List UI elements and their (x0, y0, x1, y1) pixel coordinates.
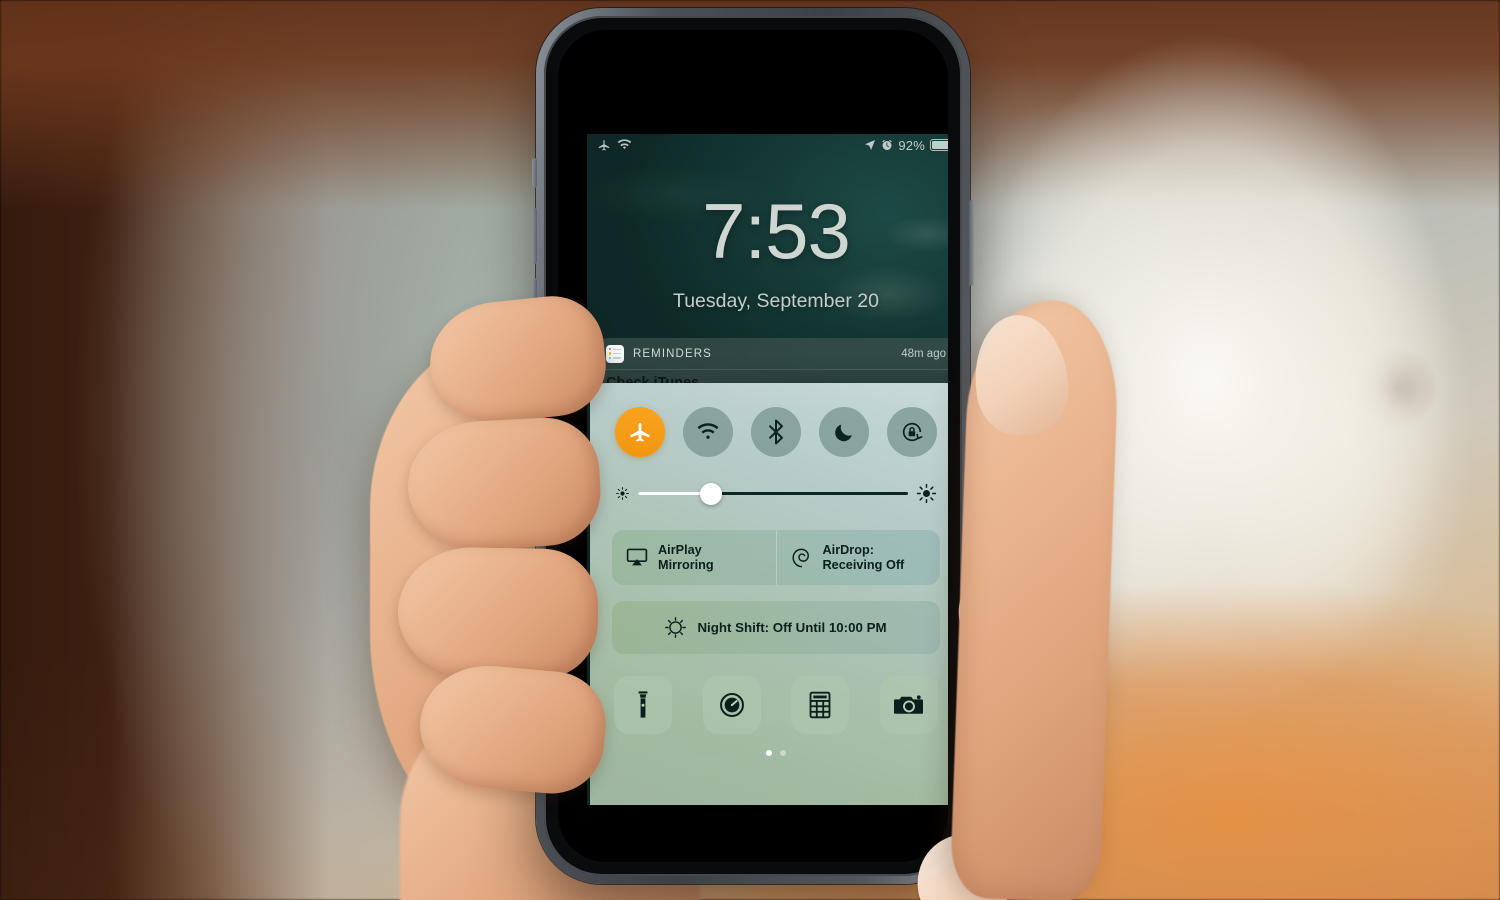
battery-percent-label: 92% (898, 137, 925, 153)
shortcut-calculator[interactable] (791, 676, 850, 734)
airplay-label: AirPlay Mirroring (658, 542, 714, 572)
night-shift-button[interactable]: Night Shift: Off Until 10:00 PM (612, 601, 940, 654)
reminders-app-icon (606, 344, 624, 363)
notification-app-name: REMINDERS (633, 347, 712, 360)
hand-finger-middle (404, 415, 1021, 900)
brightness-slider-row[interactable] (612, 482, 940, 505)
airplane-icon (628, 420, 652, 444)
airdrop-button[interactable]: AirDrop: Receiving Off (775, 530, 941, 585)
toggle-do-not-disturb[interactable] (819, 407, 869, 457)
page-dot-2[interactable] (780, 750, 786, 756)
airdrop-icon (791, 547, 813, 569)
toggle-bluetooth[interactable] (751, 407, 801, 457)
phone-screen[interactable]: 92% 7:53 Tuesday, September 20 REMINDERS… (587, 134, 948, 805)
moon-icon (833, 421, 855, 443)
ring-switch[interactable] (532, 158, 537, 188)
airplay-airdrop-row: AirPlay Mirroring AirDrop: Receiving Off (612, 530, 940, 585)
location-arrow-icon (864, 139, 876, 151)
shortcut-flashlight[interactable] (614, 676, 672, 734)
sun-small-icon (615, 486, 630, 501)
notification-timestamp: 48m ago (901, 347, 946, 360)
night-shift-label: Night Shift: Off Until 10:00 PM (697, 620, 887, 635)
airplay-icon (626, 548, 648, 567)
status-bar: 92% (587, 134, 948, 156)
volume-up-button[interactable] (532, 208, 537, 264)
shortcut-timer[interactable] (702, 676, 761, 734)
phone-bezel: 92% 7:53 Tuesday, September 20 REMINDERS… (544, 16, 962, 876)
airplay-mirroring-button[interactable]: AirPlay Mirroring (612, 530, 776, 585)
lock-screen-date: Tuesday, September 20 (673, 290, 879, 312)
camera-icon (893, 693, 924, 717)
airplane-icon (597, 138, 611, 152)
airdrop-label: AirDrop: Receiving Off (822, 542, 905, 572)
rotation-lock-icon (900, 420, 924, 444)
lock-screen-time: 7:53 (702, 187, 851, 275)
control-center-toggle-row (612, 407, 940, 457)
hand-finger-ring (396, 546, 600, 680)
wifi-icon (696, 422, 720, 442)
calculator-icon (807, 691, 833, 719)
brightness-thumb[interactable] (699, 482, 722, 505)
wifi-icon (617, 139, 632, 151)
flashlight-icon (630, 690, 656, 720)
shortcut-camera[interactable] (879, 676, 938, 734)
night-shift-icon (665, 617, 687, 638)
page-indicator (612, 750, 940, 756)
scene: 92% 7:53 Tuesday, September 20 REMINDERS… (0, 0, 1500, 900)
power-button[interactable] (969, 200, 974, 286)
phone-glass: 92% 7:53 Tuesday, September 20 REMINDERS… (558, 30, 948, 862)
toggle-rotation-lock[interactable] (887, 407, 937, 457)
notification-divider (595, 369, 948, 370)
page-dot-1[interactable] (766, 750, 772, 756)
alarm-clock-icon (881, 139, 893, 151)
shortcut-row (612, 676, 940, 734)
bluetooth-icon (766, 419, 786, 445)
sun-large-icon (916, 483, 937, 504)
toggle-airplane-mode[interactable] (615, 407, 665, 457)
battery-icon (930, 139, 948, 151)
timer-icon (718, 691, 746, 719)
brightness-slider[interactable] (638, 482, 908, 505)
control-center-panel[interactable]: AirPlay Mirroring AirDrop: Receiving Off… (590, 383, 948, 805)
toggle-wifi[interactable] (683, 407, 733, 457)
